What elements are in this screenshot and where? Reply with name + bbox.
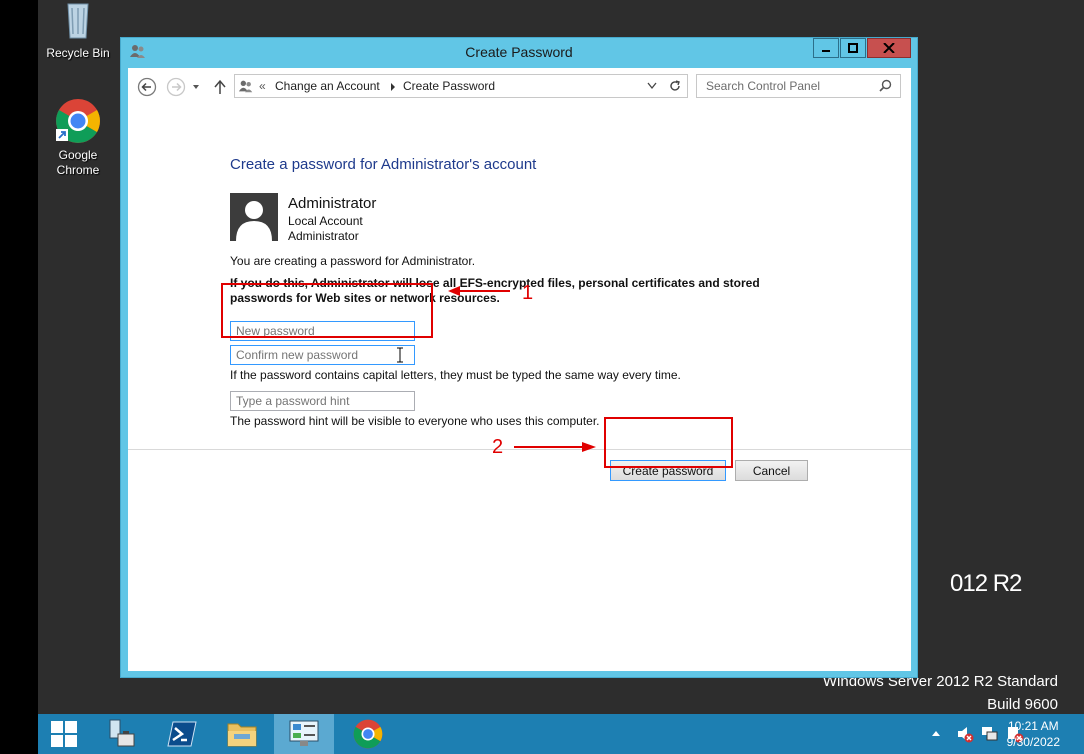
- page-title: Create a password for Administrator's ac…: [230, 156, 537, 173]
- chrome-label-1: Google: [58, 148, 98, 162]
- recycle-bin-icon: [67, 3, 89, 39]
- avatar: [230, 193, 278, 241]
- close-button[interactable]: [867, 38, 911, 58]
- intro-text: You are creating a password for Administ…: [230, 254, 476, 268]
- windows-logo-icon: [51, 721, 77, 747]
- build-line: Build 9600: [987, 696, 1058, 713]
- folder-icon: [227, 723, 257, 747]
- account-role: Administrator: [288, 229, 359, 243]
- control-panel-icon: [289, 720, 319, 746]
- cancel-button[interactable]: Cancel: [735, 460, 808, 481]
- recycle-bin-shortcut[interactable]: Recycle Bin: [38, 0, 118, 61]
- forward-arrow-icon: [166, 77, 186, 97]
- show-hidden-icons-icon[interactable]: [931, 729, 941, 737]
- user-silhouette-icon: [236, 201, 272, 241]
- control-panel-users-icon: [238, 80, 253, 93]
- minimize-icon: [822, 50, 830, 52]
- hint-note: The password hint will be visible to eve…: [230, 414, 600, 428]
- clock[interactable]: 10:21 AM 9/30/2022: [1007, 718, 1060, 750]
- annotation-step-1: 1: [522, 282, 534, 304]
- text-cursor-icon: [397, 347, 403, 363]
- breadcrumb-item-change-account[interactable]: Change an Account: [275, 79, 380, 93]
- breadcrumb-separator-icon[interactable]: [390, 83, 396, 91]
- taskbar-file-explorer[interactable]: [212, 714, 272, 754]
- network-icon[interactable]: [981, 725, 999, 743]
- back-arrow-icon: [137, 77, 157, 97]
- window-content: « Change an Account Create Password Sear…: [128, 68, 911, 671]
- clock-date: 9/30/2022: [1006, 735, 1060, 749]
- maximize-icon: [848, 43, 858, 53]
- annotation-box-password-fields: [221, 283, 433, 338]
- up-arrow-icon: [214, 79, 226, 94]
- chevron-down-icon: [193, 85, 199, 89]
- recycle-bin-label: Recycle Bin: [46, 46, 110, 60]
- chrome-icon: [353, 719, 383, 749]
- chrome-shortcut[interactable]: Google Chrome: [38, 98, 118, 178]
- maximize-button[interactable]: [840, 38, 866, 58]
- recent-locations-dropdown[interactable]: [190, 77, 202, 97]
- speaker-muted-icon[interactable]: [956, 725, 974, 743]
- account-name: Administrator: [288, 195, 377, 212]
- search-icon[interactable]: [879, 79, 892, 92]
- server-manager-icon: [109, 719, 135, 747]
- account-type: Local Account: [288, 214, 363, 228]
- clock-time: 10:21 AM: [1007, 719, 1059, 733]
- annotation-step-2: 2: [492, 436, 504, 458]
- annotation-box-create-button: [604, 417, 733, 468]
- annotation-arrow-2: [514, 442, 596, 452]
- taskbar-powershell[interactable]: [152, 714, 212, 754]
- title-bar[interactable]: Create Password: [121, 38, 917, 66]
- create-password-window: Create Password « Change an Account Crea…: [120, 37, 918, 678]
- navigation-bar: « Change an Account Create Password Sear…: [128, 68, 911, 108]
- close-icon: [883, 43, 895, 53]
- breadcrumb-overflow[interactable]: «: [259, 79, 266, 93]
- taskbar-chrome[interactable]: [338, 714, 398, 754]
- powershell-icon: [167, 721, 197, 747]
- confirm-password-input[interactable]: [230, 345, 415, 365]
- caps-note: If the password contains capital letters…: [230, 368, 681, 382]
- minimize-button[interactable]: [813, 38, 839, 58]
- breadcrumb-item-create-password[interactable]: Create Password: [403, 79, 495, 93]
- back-button[interactable]: [137, 77, 157, 97]
- forward-button[interactable]: [166, 77, 186, 97]
- taskbar-server-manager[interactable]: [92, 714, 152, 754]
- search-control-panel-input[interactable]: Search Control Panel: [696, 74, 901, 98]
- chrome-icon: [56, 99, 100, 143]
- os-brand-fragment: 012 R2: [950, 570, 1022, 597]
- address-bar[interactable]: « Change an Account Create Password: [234, 74, 688, 98]
- address-dropdown-icon[interactable]: [647, 82, 657, 90]
- up-button[interactable]: [212, 77, 228, 97]
- annotation-arrow-1: [448, 286, 510, 296]
- refresh-icon[interactable]: [668, 79, 682, 93]
- system-tray: 10:21 AM 9/30/2022: [884, 714, 1084, 754]
- taskbar-control-panel[interactable]: [274, 714, 334, 754]
- password-hint-input[interactable]: [230, 391, 415, 411]
- start-button[interactable]: [38, 714, 90, 754]
- taskbar: 10:21 AM 9/30/2022: [38, 714, 1084, 754]
- window-title: Create Password: [465, 44, 573, 60]
- chrome-label-2: Chrome: [56, 163, 100, 177]
- search-placeholder: Search Control Panel: [706, 79, 821, 93]
